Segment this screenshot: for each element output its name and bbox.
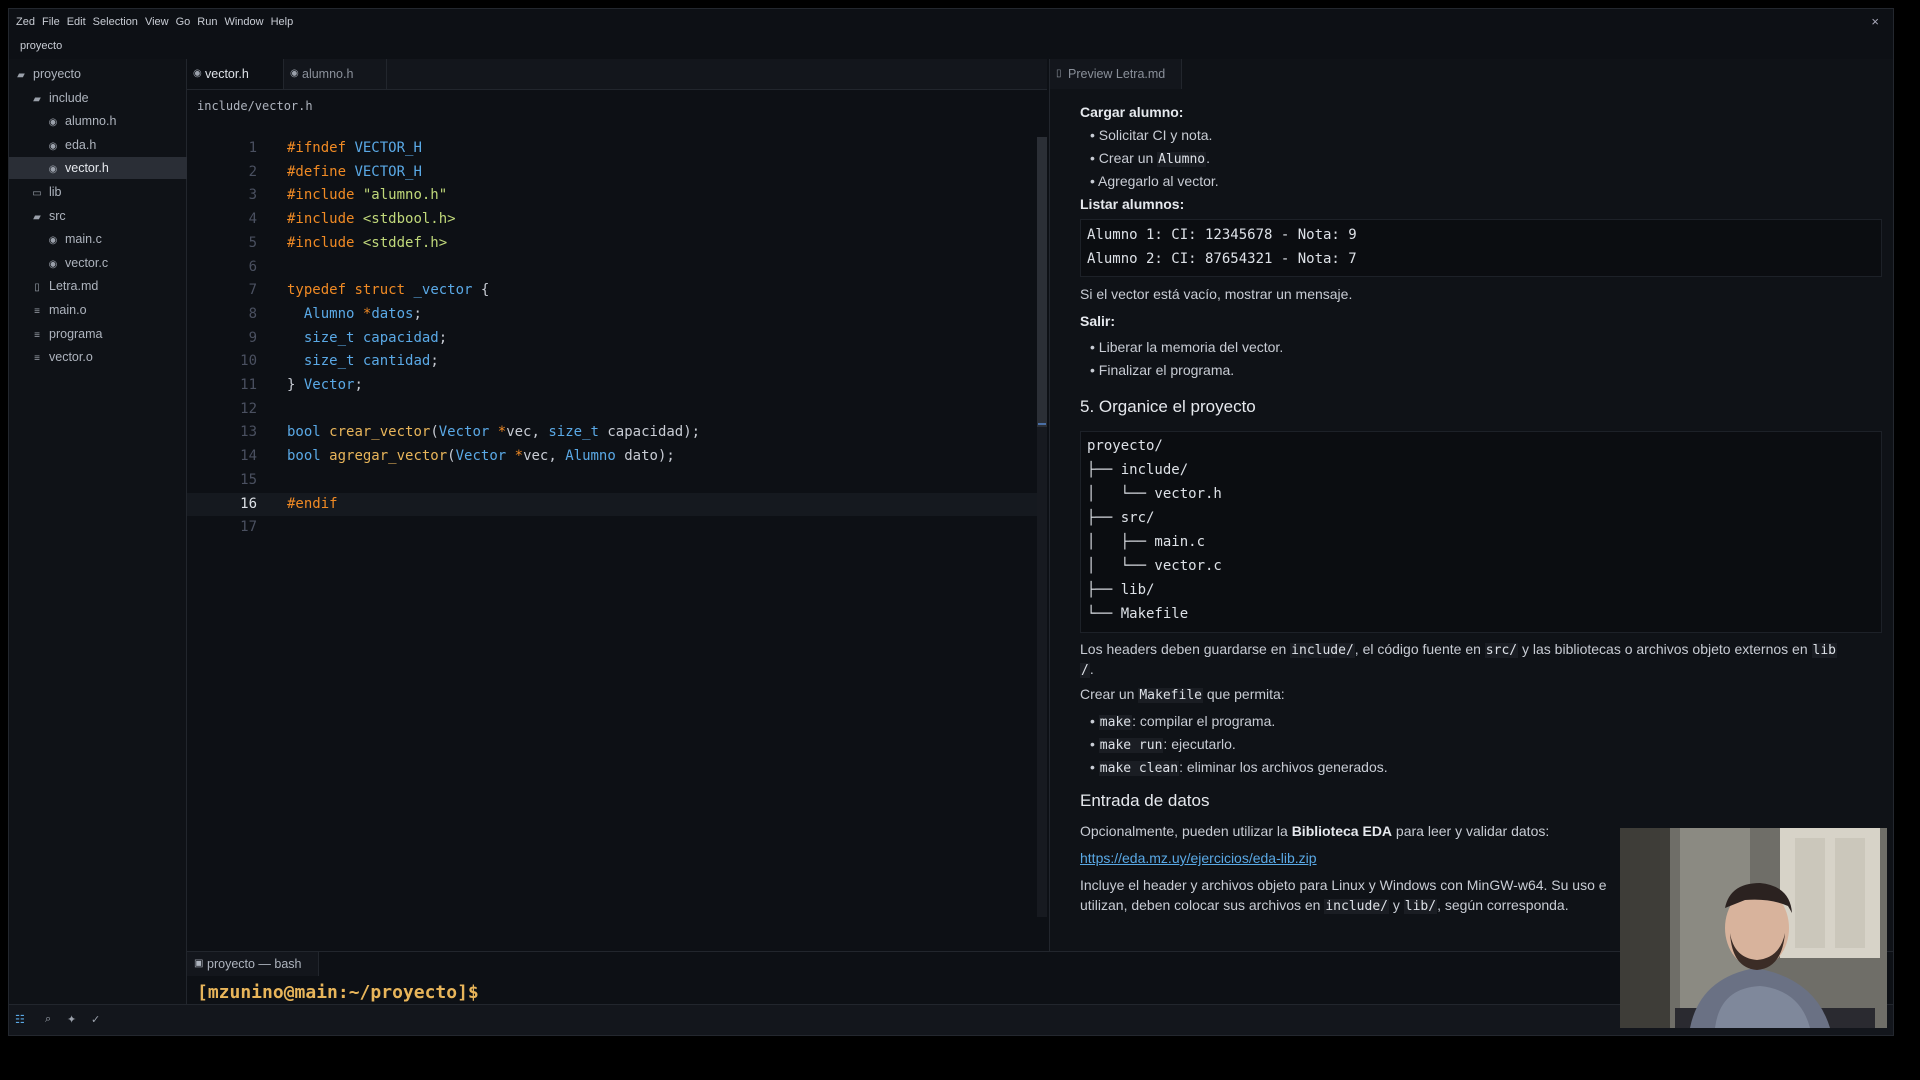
preview-content[interactable]: Cargar alumno: • Solicitar CI y nota. • … bbox=[1080, 89, 1882, 951]
code-line: 11} Vector; bbox=[240, 377, 363, 393]
book-icon: ▯ bbox=[34, 282, 40, 294]
folder-open-icon: ▰ bbox=[17, 70, 25, 81]
list-item: • make clean: eliminar los archivos gene… bbox=[1090, 759, 1388, 776]
makefile-paragraph: Crear un Makefile que permita: bbox=[1080, 686, 1285, 703]
heading-organice: 5. Organice el proyecto bbox=[1080, 397, 1256, 416]
tree-item-src[interactable]: ▰ src bbox=[9, 205, 208, 227]
vacio-text: Si el vector está vacío, mostrar un mens… bbox=[1080, 286, 1353, 302]
sparkle-icon[interactable]: ✦ bbox=[67, 1013, 76, 1026]
code-line: 14 bool agregar_vector(Vector *vec, Alumn… bbox=[240, 448, 675, 465]
check-icon[interactable]: ✓ bbox=[91, 1013, 100, 1026]
menu-window[interactable]: Window bbox=[224, 16, 263, 28]
tree-item-main-o[interactable]: ≡ main.o bbox=[9, 299, 208, 321]
list-item: • Agregarlo al vector. bbox=[1090, 173, 1219, 189]
tree-item-letra-md[interactable]: ▯ Letra.md bbox=[9, 275, 208, 297]
code-editor: ◉ vector.h ◉ alumno.h include/vector.h 1 #i… bbox=[187, 59, 1047, 951]
folder-icon: ▭ bbox=[32, 188, 42, 199]
terminal-icon: ▣ bbox=[194, 958, 204, 969]
code-line: 10 size_t cantidad; bbox=[240, 353, 439, 370]
breadcrumb[interactable]: include/vector.h bbox=[197, 99, 313, 113]
search-icon[interactable]: ⌕ bbox=[45, 1013, 51, 1026]
tree-item-programa[interactable]: ≡ programa bbox=[9, 323, 208, 345]
c-file-icon: ◉ bbox=[48, 258, 58, 270]
tab-terminal-bash[interactable]: ▣ proyecto — bash bbox=[187, 952, 319, 976]
menu-help[interactable]: Help bbox=[271, 16, 294, 28]
code-line: 1 #ifndef VECTOR_H bbox=[248, 140, 422, 156]
menu-zed[interactable]: Zed bbox=[16, 16, 35, 28]
code-line: 13 bool crear_vector(Vector *vec, size_t … bbox=[240, 424, 701, 441]
menu-bar: Zed File Edit Selection View Go Run Wind… bbox=[9, 9, 1893, 35]
folder-open-icon: ▰ bbox=[33, 211, 41, 223]
menu-go[interactable]: Go bbox=[176, 16, 191, 28]
project-title[interactable]: proyecto bbox=[9, 35, 1893, 57]
c-file-icon: ◉ bbox=[193, 68, 202, 79]
menu-file[interactable]: File bbox=[42, 16, 60, 28]
folder-open-icon: ▰ bbox=[33, 93, 41, 105]
list-item: • Solicitar CI y nota. bbox=[1090, 127, 1213, 143]
file-icon: ≡ bbox=[34, 353, 40, 365]
editor-tabs: ◉ vector.h ◉ alumno.h bbox=[187, 59, 1047, 90]
code-line: 12 bbox=[240, 400, 257, 417]
c-file-icon: ◉ bbox=[48, 235, 58, 247]
tab-vector-h[interactable]: ◉ vector.h bbox=[187, 59, 284, 89]
code-line: 17 bbox=[240, 519, 257, 536]
salir-heading: Salir: bbox=[1080, 313, 1116, 329]
tree-item-lib[interactable]: ▭ lib bbox=[9, 181, 208, 203]
tree-code-block: proyecto/ ├── include/ │ └── vector.h ├─… bbox=[1080, 431, 1882, 633]
c-file-icon: ◉ bbox=[48, 164, 58, 176]
code-line: 4 #include <stdbool.h> bbox=[248, 211, 456, 228]
headers-paragraph-cont: /. bbox=[1080, 661, 1094, 678]
menu-edit[interactable]: Edit bbox=[67, 16, 86, 28]
menu-run[interactable]: Run bbox=[197, 16, 217, 28]
project-panel: ▰ proyecto ▰ include ◉ alumno.h ◉ eda.h ◉ vec… bbox=[9, 59, 224, 1005]
c-file-icon: ◉ bbox=[290, 68, 299, 79]
heading-entrada: Entrada de datos bbox=[1080, 791, 1210, 810]
headers-paragraph: Los headers deben guardarse en include/,… bbox=[1080, 641, 1837, 658]
editor-window: Zed File Edit Selection View Go Run Wind… bbox=[8, 8, 1894, 1036]
terminal-prompt[interactable]: [mzunino@main:~/proyecto]$ bbox=[197, 982, 479, 1003]
markdown-preview: ▯ Preview Letra.md Cargar alumno: • Solic… bbox=[1049, 59, 1893, 951]
code-line: 2 #define VECTOR_H bbox=[248, 163, 422, 180]
list-item: • make: compilar el programa. bbox=[1090, 713, 1276, 730]
code-line: 8 Alumno *datos; bbox=[248, 305, 422, 322]
webcam-image bbox=[1620, 828, 1887, 1028]
list-item: • Liberar la memoria del vector. bbox=[1090, 339, 1284, 355]
c-file-icon: ◉ bbox=[48, 117, 58, 129]
code-line: 15 bbox=[240, 471, 257, 488]
code-line: 5 #include <stddef.h> bbox=[248, 234, 448, 251]
code-line: 7 typedef struct _vector { bbox=[248, 282, 490, 299]
cargar-heading: Cargar alumno: bbox=[1080, 104, 1184, 120]
code-line: 3 #include "alumno.h" bbox=[248, 187, 448, 204]
tree-item-vector-o[interactable]: ≡ vector.o bbox=[9, 346, 208, 368]
file-icon: ≡ bbox=[34, 329, 40, 341]
tree-item-include[interactable]: ▰ include bbox=[9, 87, 208, 109]
c-file-icon: ◉ bbox=[48, 140, 58, 152]
file-icon: ≡ bbox=[34, 306, 40, 317]
menu-view[interactable]: View bbox=[145, 16, 169, 28]
listar-heading: Listar alumnos: bbox=[1080, 196, 1185, 212]
code-line: 9 size_t capacidad; bbox=[248, 329, 448, 346]
code-line: 6 bbox=[248, 258, 257, 275]
list-item: • Crear un Alumno. bbox=[1090, 150, 1211, 167]
cursor-marker bbox=[1038, 423, 1046, 425]
status-bar: ☷ ⌕ ✦ ✓ bbox=[9, 1004, 1893, 1035]
list-item: • Finalizar el programa. bbox=[1090, 362, 1235, 378]
tab-preview-letra[interactable]: ▯ Preview Letra.md bbox=[1050, 59, 1183, 89]
menu-selection[interactable]: Selection bbox=[93, 16, 138, 28]
book-icon: ▯ bbox=[1056, 68, 1062, 79]
list-item: • make run: ejecutarlo. bbox=[1090, 736, 1236, 753]
tree-item-proyecto[interactable]: ▰ proyecto bbox=[9, 63, 192, 85]
close-icon[interactable]: × bbox=[1871, 14, 1879, 29]
scrollbar-thumb[interactable] bbox=[1037, 137, 1047, 427]
tab-alumno-h[interactable]: ◉ alumno.h bbox=[284, 59, 387, 89]
editor-scrollbar[interactable] bbox=[1037, 137, 1047, 917]
listar-code-block: Alumno 1: CI: 12345678 - Nota: 9 Alumno … bbox=[1080, 219, 1882, 277]
webcam-overlay bbox=[1620, 828, 1887, 1028]
code-line-current: 16 #endif bbox=[187, 492, 1047, 517]
project-panel-icon[interactable]: ☷ bbox=[15, 1013, 25, 1026]
